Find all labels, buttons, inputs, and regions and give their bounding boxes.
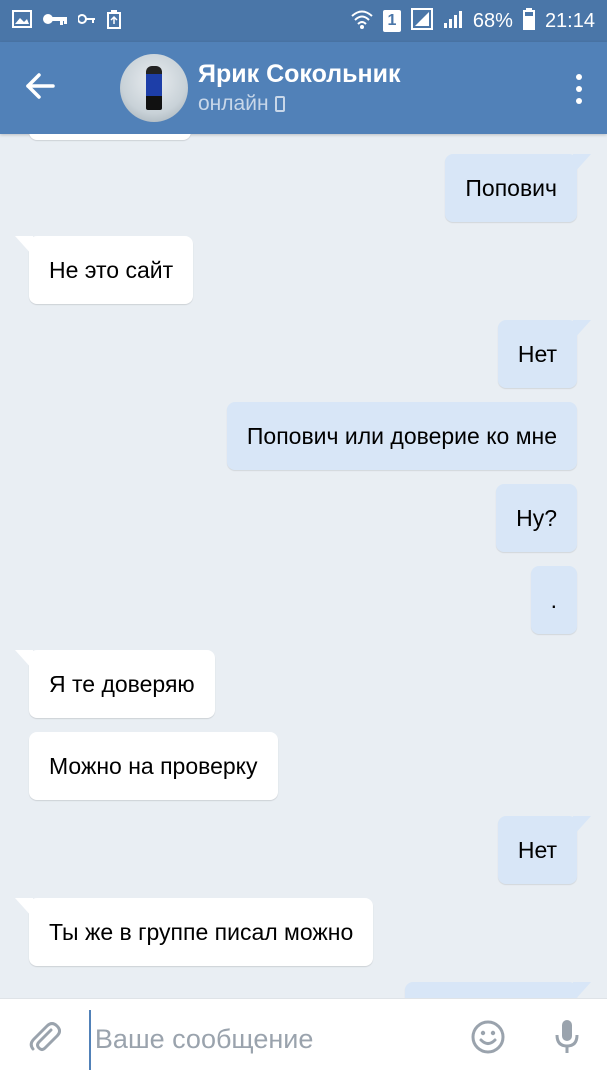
- message-bubble[interactable]: Я те доверяю: [15, 650, 215, 718]
- key-small-icon: [77, 12, 96, 30]
- contact-name: Ярик Сокольник: [198, 60, 401, 88]
- emoji-button[interactable]: [449, 999, 528, 1080]
- message-bubble[interactable]: Попович: [445, 154, 591, 222]
- message-bubble-partial[interactable]: [29, 134, 191, 140]
- chat-header: Ярик Сокольник онлайн: [0, 42, 607, 134]
- message-input[interactable]: [88, 1009, 449, 1070]
- status-bar: 1 68% 21:14: [0, 0, 607, 42]
- recycle-icon: [106, 9, 122, 34]
- message-text: Попович или доверие ко мне: [246, 423, 557, 449]
- attach-button[interactable]: [0, 999, 89, 1080]
- message-text: Не это сайт: [49, 257, 174, 283]
- key-icon: [42, 12, 68, 31]
- wifi-icon: [351, 9, 373, 34]
- back-button[interactable]: [0, 42, 80, 134]
- more-dot-icon: [576, 98, 582, 104]
- status-left: [12, 9, 122, 34]
- chat-title[interactable]: Ярик Сокольник онлайн: [198, 58, 400, 118]
- contact-status-row: онлайн: [198, 90, 400, 118]
- contact-status: онлайн: [198, 92, 269, 115]
- message-bubble[interactable]: Ты же в группе писал можно: [14, 898, 374, 966]
- microphone-icon: [554, 1019, 580, 1060]
- message-text: Можно на проверку: [49, 753, 258, 779]
- smiley-icon: [471, 1020, 505, 1059]
- avatar-figure: [146, 66, 162, 110]
- paperclip-icon: [27, 1020, 62, 1059]
- message-text: Ты же в группе писал можно: [49, 919, 354, 945]
- more-menu-button[interactable]: [575, 74, 583, 104]
- sim-icon: 1: [382, 10, 401, 32]
- mobile-phone-icon: [274, 96, 285, 112]
- battery-icon: [522, 7, 535, 35]
- avatar[interactable]: [120, 54, 188, 122]
- message-text: Ну?: [516, 505, 557, 531]
- more-dot-icon: [576, 74, 582, 80]
- message-text: Нет: [517, 341, 557, 367]
- arrow-left-icon: [25, 72, 55, 104]
- message-bubble[interactable]: Не это сайт: [14, 236, 194, 304]
- signal-box-icon: [410, 7, 433, 35]
- message-bubble[interactable]: .: [530, 566, 577, 634]
- message-bubble[interactable]: Нет: [497, 816, 592, 884]
- message-text: Попович: [465, 175, 557, 201]
- image-icon: [12, 9, 32, 33]
- message-bubble-partial[interactable]: [405, 982, 591, 998]
- message-text: Нет: [517, 837, 557, 863]
- status-right: 1 68% 21:14: [351, 7, 595, 35]
- message-bubble[interactable]: Нет: [497, 320, 592, 388]
- composer-bar: [0, 998, 607, 1080]
- voice-message-button[interactable]: [528, 999, 607, 1080]
- more-dot-icon: [576, 86, 582, 92]
- clock: 21:14: [544, 9, 595, 32]
- battery-percent: 68%: [472, 9, 513, 32]
- message-text: .: [550, 587, 557, 613]
- message-bubble[interactable]: Попович или доверие ко мне: [226, 402, 577, 470]
- signal-icon: [443, 9, 463, 34]
- message-list[interactable]: Попович Не это сайт Нет Попович или дове…: [0, 134, 607, 998]
- message-bubble[interactable]: Можно на проверку: [29, 732, 278, 800]
- message-bubble[interactable]: Ну?: [496, 484, 577, 552]
- message-text: Я те доверяю: [49, 671, 195, 697]
